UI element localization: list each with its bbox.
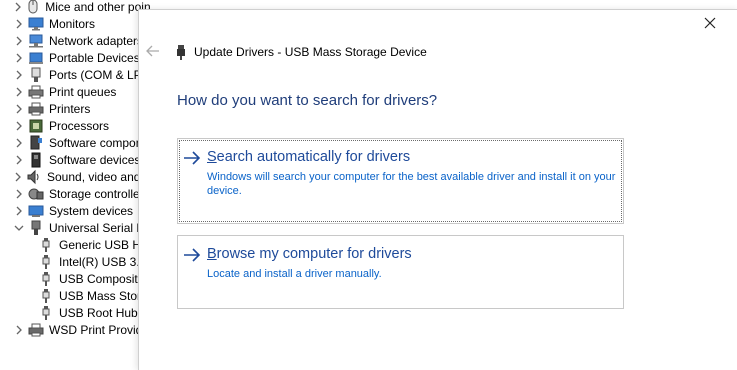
tree-item-label: Printers — [49, 101, 91, 116]
chevron-right-icon[interactable] — [14, 2, 22, 12]
storage-controller-icon — [28, 186, 44, 202]
tree-item-software-components[interactable]: Software components — [14, 134, 150, 151]
processor-icon — [28, 118, 44, 134]
software-device-icon — [28, 152, 44, 168]
chevron-right-icon[interactable] — [14, 189, 24, 199]
tree-item-processors[interactable]: Processors — [14, 117, 150, 134]
tree-item-monitors[interactable]: Monitors — [14, 15, 150, 32]
dialog-title: Update Drivers - USB Mass Storage Device — [194, 45, 427, 59]
tree-item-label: WSD Print Provider — [49, 322, 150, 337]
tree-item-intel-usb3[interactable]: Intel(R) USB 3.0 — [34, 253, 150, 270]
chevron-right-icon[interactable] — [14, 104, 24, 114]
usb-icon — [38, 237, 54, 253]
option-description: Windows will search your computer for th… — [207, 171, 616, 197]
tree-item-label: Monitors — [49, 16, 96, 31]
usb-icon — [38, 271, 54, 287]
port-icon — [28, 67, 44, 83]
chevron-right-icon[interactable] — [14, 325, 24, 335]
option-title: Search automatically for drivers — [207, 149, 410, 165]
tree-item-system-devices[interactable]: System devices — [14, 202, 150, 219]
tree-item-label: Print queues — [49, 84, 117, 99]
tree-item-sound-video[interactable]: Sound, video and game controllers — [14, 168, 150, 185]
access-key: S — [207, 149, 217, 165]
tree-item-portable-devices[interactable]: Portable Devices — [14, 49, 150, 66]
network-icon — [28, 33, 44, 49]
tree-item-network-adapters[interactable]: Network adapters — [14, 32, 150, 49]
tree-item-label: Ports (COM & LPT) — [49, 67, 150, 82]
tree-item-usb-mass-storage[interactable]: USB Mass Storage Device — [34, 287, 150, 304]
tree-item-label: Software devices — [49, 152, 141, 167]
tree-item-ports[interactable]: Ports (COM & LPT) — [14, 66, 150, 83]
tree-item-label: System devices — [49, 203, 134, 218]
option-description: Locate and install a driver manually. — [207, 268, 382, 280]
arrow-right-icon — [184, 151, 201, 165]
tree-item-label: Storage controllers — [49, 186, 150, 201]
portable-device-icon — [28, 50, 44, 66]
speaker-icon — [26, 169, 42, 185]
dialog-heading: How do you want to search for drivers? — [177, 92, 438, 109]
close-button[interactable] — [697, 11, 723, 35]
tree-item-usb-root-hub[interactable]: USB Root Hub — [34, 304, 150, 321]
chevron-right-icon[interactable] — [14, 206, 24, 216]
tree-item-label: USB Composite Device — [59, 271, 150, 286]
usb-icon — [38, 254, 54, 270]
tree-item-printers[interactable]: Printers — [14, 100, 150, 117]
tree-item-label: Intel(R) USB 3.0 — [59, 254, 147, 269]
chevron-right-icon[interactable] — [14, 19, 24, 29]
usb-controller-icon — [28, 220, 44, 236]
tree-item-mice[interactable]: Mice and other pointing devices — [14, 0, 150, 15]
close-icon — [704, 17, 716, 29]
system-device-icon — [28, 203, 44, 219]
chevron-right-icon[interactable] — [14, 121, 24, 131]
print-queue-icon — [28, 84, 44, 100]
device-tree: Mice and other pointing devices Monitors… — [0, 0, 150, 364]
mouse-icon — [26, 0, 40, 15]
chevron-right-icon[interactable] — [14, 87, 24, 97]
chevron-right-icon[interactable] — [14, 53, 24, 63]
usb-icon — [38, 288, 54, 304]
back-button[interactable] — [145, 43, 161, 59]
tree-item-label: Generic USB Hub — [59, 237, 150, 252]
tree-item-usb-controllers[interactable]: Universal Serial Bus controllers — [14, 219, 150, 236]
tree-item-label: USB Mass Storage Device — [59, 288, 150, 303]
update-drivers-dialog: Update Drivers - USB Mass Storage Device… — [138, 9, 737, 370]
tree-item-label: Network adapters — [49, 33, 144, 48]
arrow-right-icon — [184, 248, 201, 262]
option-title-text: rowse my computer for drivers — [216, 246, 412, 262]
tree-item-label: Mice and other pointing devices — [45, 0, 150, 14]
tree-item-software-devices[interactable]: Software devices — [14, 151, 150, 168]
tree-item-label: Portable Devices — [49, 50, 140, 65]
chevron-right-icon[interactable] — [14, 172, 22, 182]
chevron-right-icon[interactable] — [14, 36, 24, 46]
tree-item-print-queues[interactable]: Print queues — [14, 83, 150, 100]
tree-item-storage-controllers[interactable]: Storage controllers — [14, 185, 150, 202]
browse-computer-option[interactable]: Browse my computer for drivers Locate an… — [177, 235, 624, 309]
tree-item-usb-composite[interactable]: USB Composite Device — [34, 270, 150, 287]
monitor-icon — [28, 16, 44, 32]
usb-device-icon — [177, 45, 185, 60]
chevron-down-icon[interactable] — [14, 223, 24, 233]
access-key: B — [207, 246, 217, 262]
option-title: Browse my computer for drivers — [207, 246, 412, 262]
printer-icon — [28, 101, 44, 117]
usb-icon — [38, 305, 54, 321]
back-arrow-icon — [146, 45, 159, 57]
option-title-text: earch automatically for drivers — [216, 149, 411, 165]
search-automatically-option[interactable]: Search automatically for drivers Windows… — [177, 138, 624, 224]
wsd-print-icon — [28, 322, 44, 338]
tree-item-label: Processors — [49, 118, 110, 133]
chevron-right-icon[interactable] — [14, 138, 24, 148]
software-component-icon — [28, 135, 44, 151]
tree-item-label: Universal Serial Bus controllers — [49, 220, 150, 235]
tree-item-generic-usb-hub[interactable]: Generic USB Hub — [34, 236, 150, 253]
tree-item-label: USB Root Hub — [59, 305, 138, 320]
tree-item-label: Sound, video and game controllers — [47, 169, 150, 184]
tree-item-label: Software components — [49, 135, 150, 150]
tree-item-wsd-print[interactable]: WSD Print Provider — [14, 321, 150, 338]
chevron-right-icon[interactable] — [14, 155, 24, 165]
chevron-right-icon[interactable] — [14, 70, 24, 80]
